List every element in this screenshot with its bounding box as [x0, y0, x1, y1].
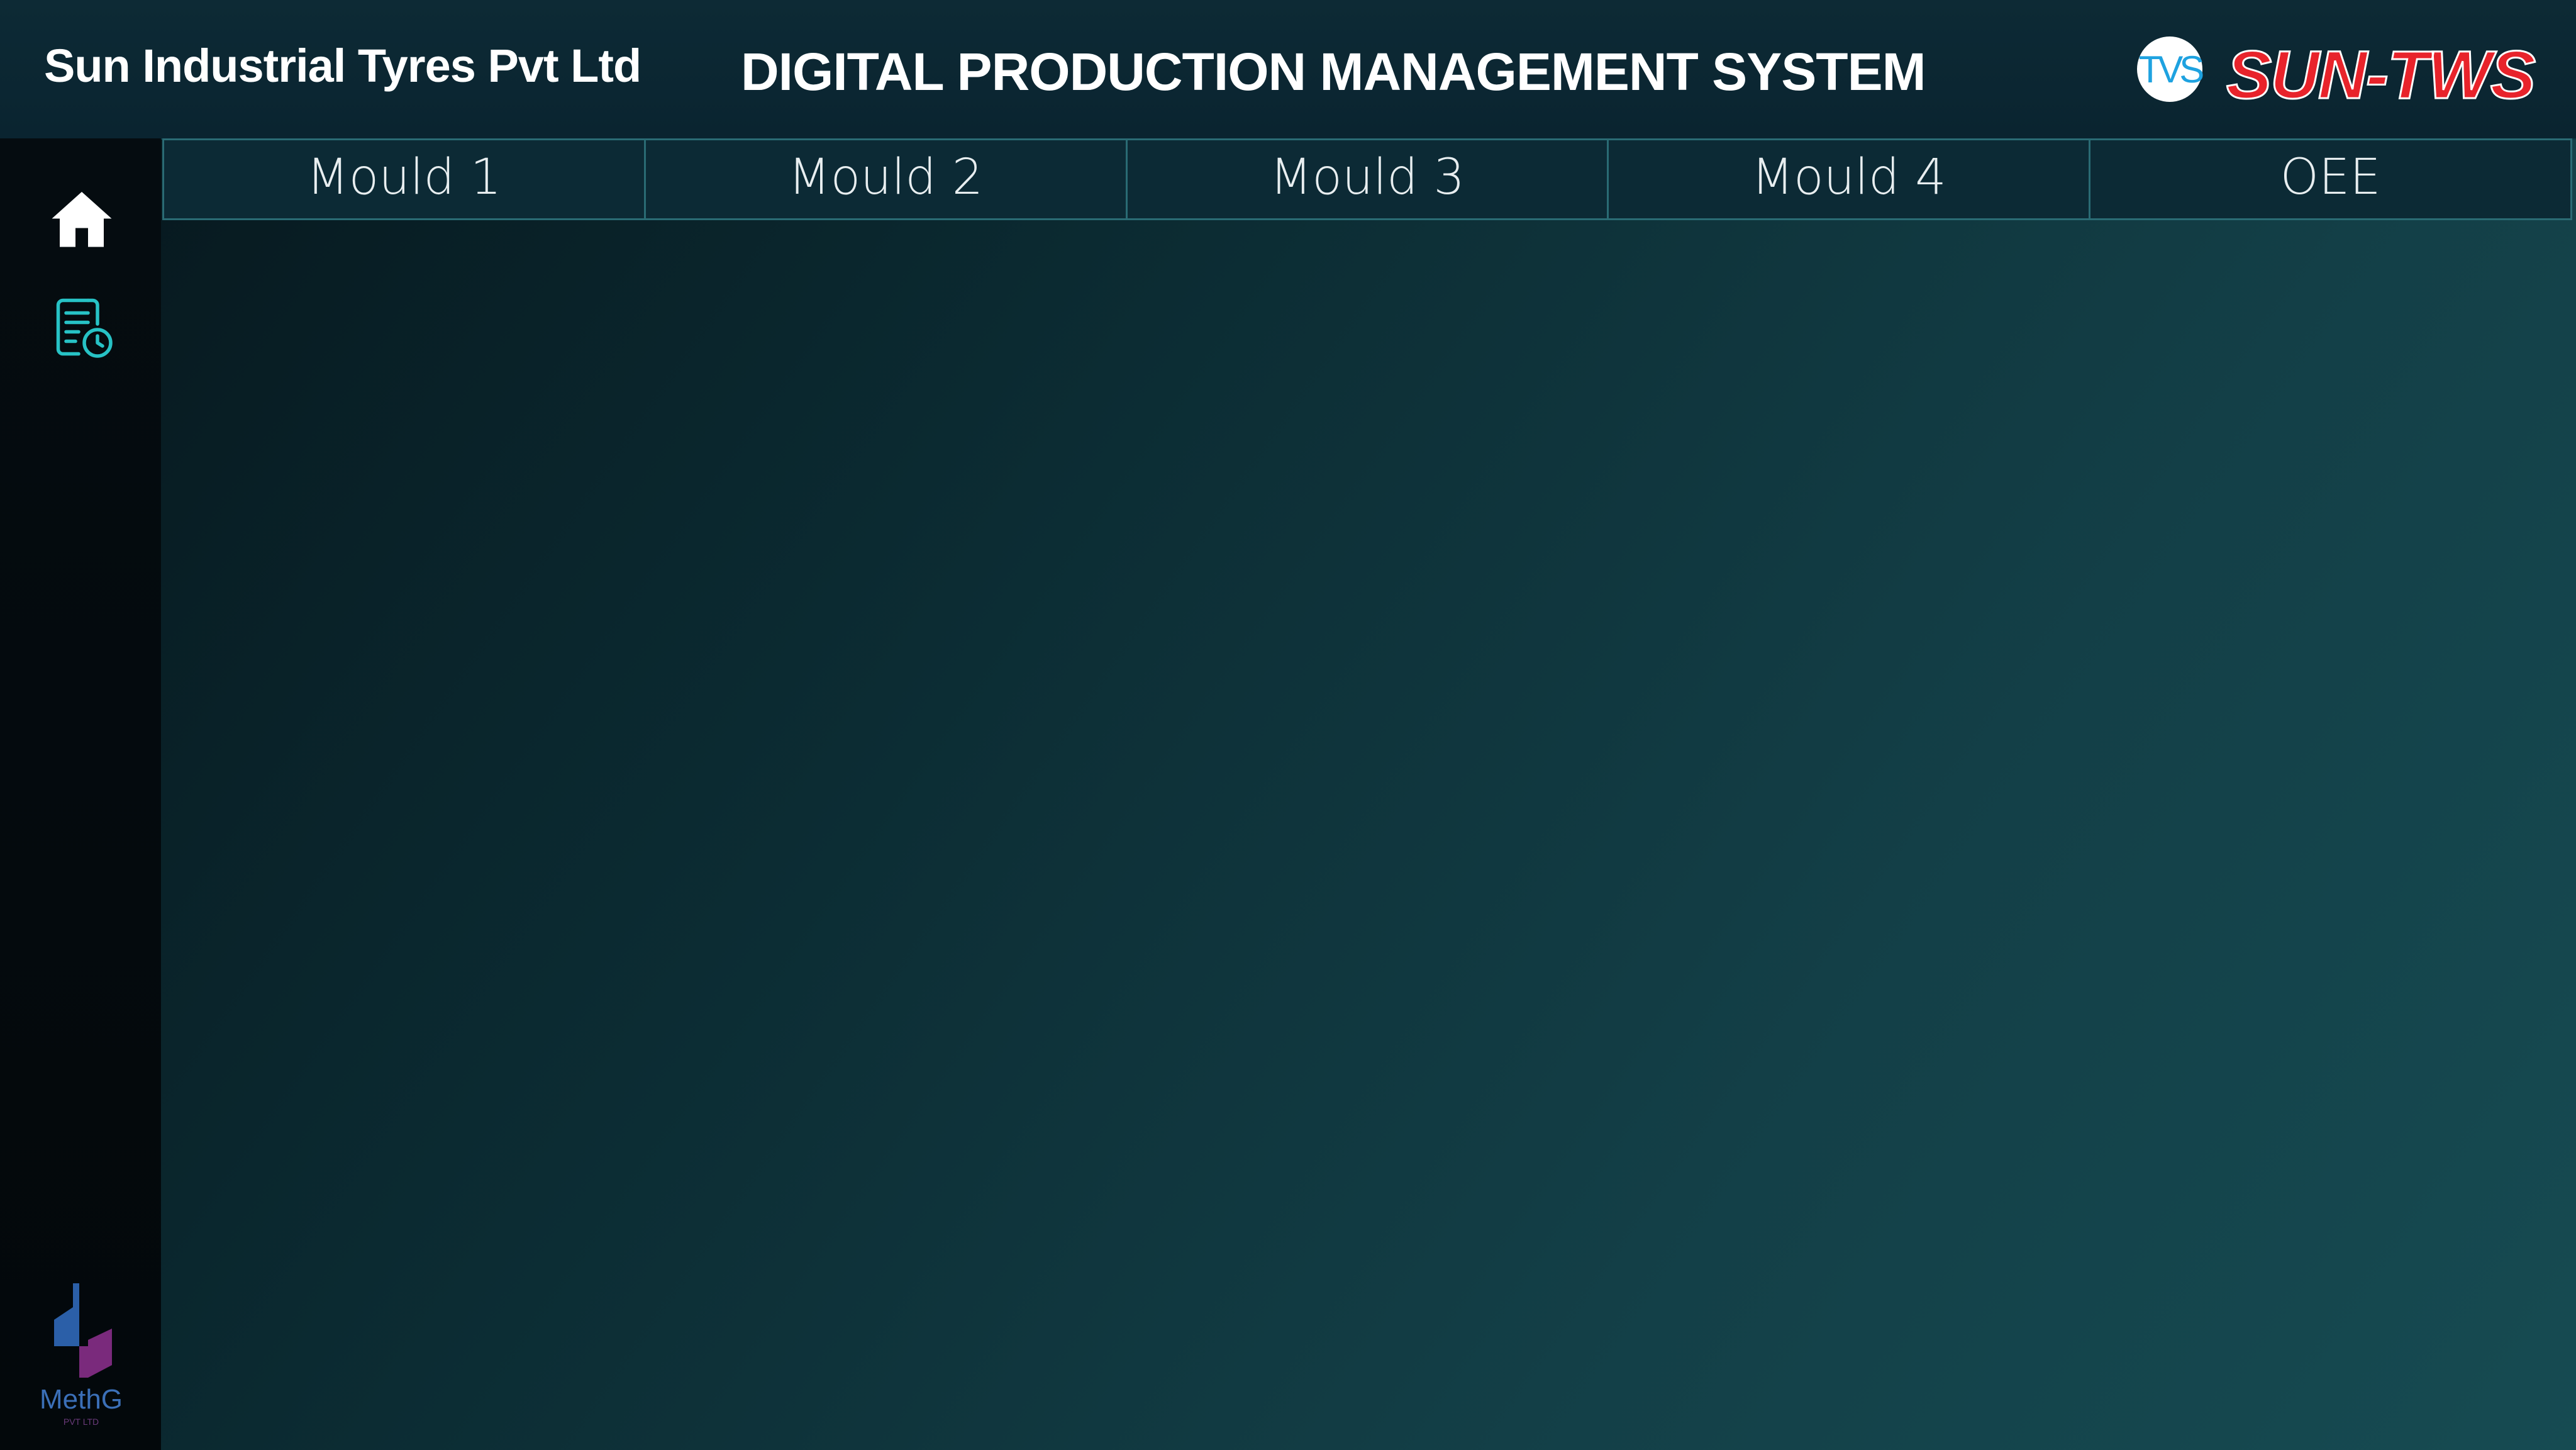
tab-mould-2[interactable]: Mould 2	[643, 140, 1126, 218]
tab-bar: Mould 1 Mould 2 Mould 3 Mould 4 OEE	[162, 138, 2572, 220]
tvs-badge-logo: TVS	[2137, 36, 2205, 102]
brand-wordmark: SUN-TWS	[2226, 36, 2537, 114]
page-title: DIGITAL PRODUCTION MANAGEMENT SYSTEM	[741, 42, 1926, 101]
home-icon	[52, 192, 112, 247]
methg-logo: MethG PVT LTD	[34, 1283, 128, 1434]
app-window: Sun Industrial Tyres Pvt Ltd DIGITAL PRO…	[0, 0, 2576, 1450]
company-name: Sun Industrial Tyres Pvt Ltd	[44, 40, 641, 92]
tab-oee[interactable]: OEE	[2089, 140, 2572, 218]
main-content-area	[161, 218, 2576, 1450]
tab-mould-1[interactable]: Mould 1	[162, 140, 644, 218]
brand-logo: TVS SUN-TWS	[2132, 31, 2541, 114]
report-clock-icon	[56, 298, 113, 358]
header-bar: Sun Industrial Tyres Pvt Ltd DIGITAL PRO…	[0, 0, 2576, 140]
methg-sub-label: PVT LTD	[63, 1417, 99, 1427]
tab-mould-4[interactable]: Mould 4	[1607, 140, 2089, 218]
sidebar-item-home[interactable]	[44, 182, 119, 258]
methg-label: MethG	[39, 1384, 123, 1415]
sidebar: MethG PVT LTD	[0, 138, 161, 1450]
methg-mark-icon	[54, 1283, 112, 1378]
tab-mould-3[interactable]: Mould 3	[1125, 140, 1607, 218]
sidebar-item-report[interactable]	[44, 289, 119, 365]
tvs-badge-text: TVS	[2138, 48, 2205, 91]
